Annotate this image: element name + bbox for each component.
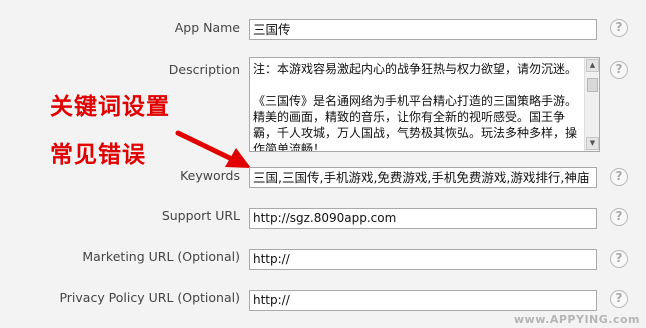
privacy-url-field[interactable]: http:// — [249, 290, 597, 311]
annotation-line-2: 常见错误 — [50, 142, 146, 168]
keywords-label: Keywords — [180, 168, 240, 183]
description-label: Description — [168, 62, 240, 77]
marketing-url-field[interactable]: http:// — [249, 249, 597, 270]
keywords-help-icon[interactable]: ? — [610, 168, 628, 186]
support-url-field[interactable]: http://sgz.8090app.com — [249, 208, 597, 229]
scroll-thumb[interactable] — [587, 78, 598, 92]
app-name-field[interactable]: 三国传 — [249, 19, 597, 40]
privacy-url-label: Privacy Policy URL (Optional) — [59, 290, 240, 305]
scroll-up-icon[interactable]: ▲ — [586, 59, 599, 72]
scroll-down-icon[interactable]: ▼ — [586, 137, 599, 150]
description-scrollbar[interactable]: ▲ ▼ — [584, 58, 599, 151]
annotation-line-1: 关键词设置 — [50, 94, 170, 120]
support-url-label: Support URL — [161, 208, 240, 223]
watermark: www.APPYING.com — [513, 313, 640, 326]
app-name-label: App Name — [174, 20, 240, 35]
marketing-url-help-icon[interactable]: ? — [610, 250, 628, 268]
keywords-field[interactable]: 三国,三国传,手机游戏,免费游戏,手机免费游戏,游戏排行,神庙 — [249, 167, 597, 188]
app-name-help-icon[interactable]: ? — [610, 19, 628, 37]
description-textarea[interactable]: 注：本游戏容易激起内心的战争狂热与权力欲望，请勿沉迷。 《三国传》是名通网络为手… — [249, 57, 600, 152]
description-help-icon[interactable]: ? — [610, 61, 628, 79]
privacy-url-help-icon[interactable]: ? — [610, 290, 628, 308]
description-text: 注：本游戏容易激起内心的战争狂热与权力欲望，请勿沉迷。 《三国传》是名通网络为手… — [253, 62, 578, 152]
support-url-help-icon[interactable]: ? — [610, 208, 628, 226]
marketing-url-label: Marketing URL (Optional) — [82, 249, 240, 264]
